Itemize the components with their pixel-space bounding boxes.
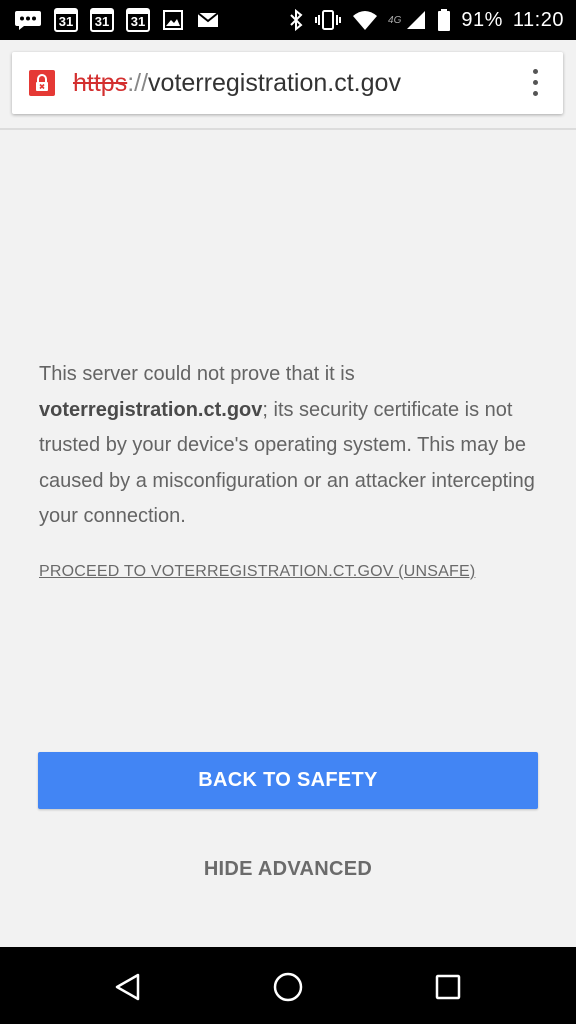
url-bar[interactable]: https://voterregistration.ct.gov <box>12 52 563 114</box>
system-icons: 4G 91% 11:20 <box>288 6 564 34</box>
battery-level: 91% <box>461 8 503 31</box>
message-icon <box>15 11 41 30</box>
bluetooth-icon <box>290 8 303 32</box>
message-part-1: This server could not prove that it is <box>39 363 355 385</box>
navigation-bar <box>0 947 576 1024</box>
wifi-icon <box>353 11 378 30</box>
proceed-unsafe-link[interactable]: PROCEED TO VOTERREGISTRATION.CT.GOV (UNS… <box>39 563 475 581</box>
calendar-icon: 31 <box>54 8 78 32</box>
status-bar: 31 31 31 4G 91% 11:20 <box>0 0 576 40</box>
notification-icons: 31 31 31 <box>14 6 220 34</box>
network-type: 4G <box>388 14 402 26</box>
calendar-icon: 31 <box>90 8 114 32</box>
vibrate-icon <box>315 10 342 30</box>
recents-nav-icon[interactable] <box>428 967 468 1007</box>
url-text[interactable]: https://voterregistration.ct.gov <box>73 66 401 100</box>
back-to-safety-button[interactable]: BACK TO SAFETY <box>38 752 538 809</box>
signal-icon <box>407 11 426 29</box>
toolbar-divider <box>0 128 576 130</box>
url-separator: :// <box>127 69 149 97</box>
calendar-icon: 31 <box>126 8 150 32</box>
home-nav-icon[interactable] <box>268 967 308 1007</box>
url-host: voterregistration.ct.gov <box>148 69 401 97</box>
calendar-day: 31 <box>130 14 146 29</box>
message-hostname: voterregistration.ct.gov <box>39 398 263 421</box>
overflow-menu-icon[interactable] <box>529 69 541 99</box>
url-scheme: https <box>73 69 128 97</box>
back-nav-icon[interactable] <box>108 967 148 1007</box>
insecure-lock-icon[interactable] <box>29 70 55 96</box>
image-icon <box>163 10 183 30</box>
mail-icon <box>197 12 219 27</box>
clock: 11:20 <box>512 8 564 31</box>
calendar-day: 31 <box>58 14 74 29</box>
security-warning-message: This server could not prove that it is v… <box>39 357 539 535</box>
battery-icon <box>438 9 451 31</box>
calendar-day: 31 <box>94 14 110 29</box>
hide-advanced-button[interactable]: HIDE ADVANCED <box>38 848 538 890</box>
